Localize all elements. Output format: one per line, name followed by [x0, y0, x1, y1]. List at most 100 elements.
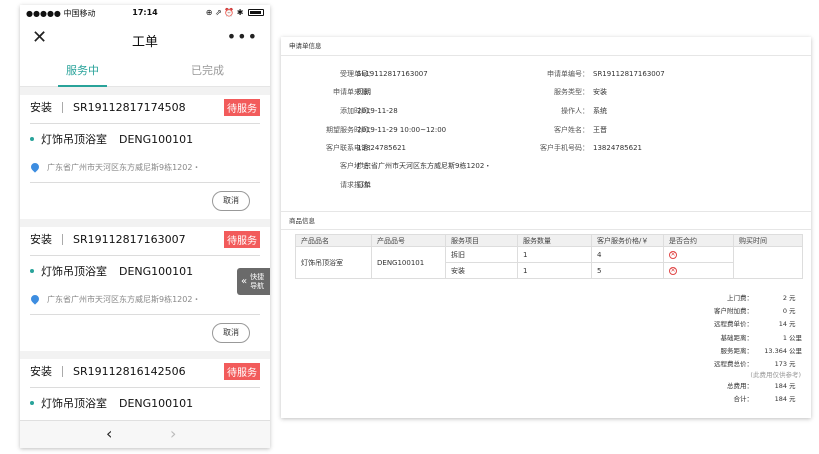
tab-in-service[interactable]: 服务中: [20, 57, 145, 87]
fee-label: 合计：: [733, 395, 754, 404]
divider: [30, 123, 260, 124]
quick-nav-button[interactable]: « 快捷 导航: [237, 268, 270, 295]
order-number: SR19112816142506: [73, 364, 186, 378]
status-badge: 待服务: [224, 98, 260, 116]
fee-value: 0: [782, 307, 787, 316]
cancel-button[interactable]: 取消: [212, 191, 250, 211]
column-header: 购买时间: [733, 234, 803, 247]
order-footer: 取消: [30, 315, 260, 351]
table-row: 灯饰吊顶浴室 DENG100101 拆旧 1 4 ✕: [295, 246, 803, 279]
quick-nav-line1: 快捷: [250, 272, 265, 281]
info-row: 期望服务时间： 2019-11-29 10:00~12:00 客户姓名： 王晋: [281, 124, 811, 136]
order-card[interactable]: 安装 SR19112817163007 待服务 灯饰吊顶浴室 DENG10010…: [20, 227, 270, 351]
order-header: 安装 SR19112817163007 待服务: [30, 227, 260, 251]
quick-nav-label: 快捷 导航: [250, 273, 264, 291]
field-value: SL19112817163007: [357, 70, 428, 78]
application-info: 受理单号： SL19112817163007 申请单编号： SR19112817…: [281, 56, 811, 211]
order-product: 灯饰吊顶浴室 DENG100101: [30, 390, 260, 416]
field-label: 服务类型：: [554, 88, 589, 96]
header-divider: [62, 233, 63, 245]
status-indicator-icons: ⊕ ⇗ ⏰ ✱: [205, 8, 244, 17]
product-name-cell: 灯饰吊顶浴室: [295, 246, 372, 279]
order-footer: 取消: [30, 183, 260, 219]
info-row: 客户联系电话： 13824785621 客户手机号码： 13824785621: [281, 142, 811, 154]
field-value: 安装: [593, 88, 607, 96]
browser-bottom-bar: ‹ ›: [20, 420, 270, 448]
fee-label: 服务距离：: [720, 346, 754, 355]
table-header-row: 产品品名 产品品号 服务项目 服务数量 客户服务价格/￥ 是否合约 购买时间: [295, 234, 803, 247]
more-menu-icon[interactable]: •••: [227, 27, 258, 46]
fee-row: 远程费总价： 173 元: [623, 358, 803, 371]
order-type: 安装: [30, 233, 52, 246]
nav-bar: ✕ 工单 •••: [20, 21, 270, 57]
section-title-application: 申请单信息: [281, 37, 811, 56]
field-value: 王晋: [593, 126, 607, 134]
fee-row: 服务距离： 13.364 公里: [623, 345, 803, 358]
fee-value: 13.364: [764, 346, 787, 355]
address-text: 广东省广州市天河区东方威尼斯9栋1202・: [47, 162, 201, 172]
fee-summary: 上门费： 2 元 客户附加费： 0 元 远程费单价： 14 元 基础距离： 1 公里 服务距离：…: [623, 292, 803, 407]
product-code-cell: DENG100101: [371, 246, 446, 279]
field-value: 2019-11-28: [357, 107, 398, 115]
fee-label: 总费用：: [727, 382, 753, 391]
column-header: 是否合约: [663, 234, 734, 247]
field-value: 订单: [357, 181, 371, 189]
fee-row: 客户附加费： 0 元: [623, 305, 803, 318]
fee-reference-note: (此费用仅供参考): [750, 371, 801, 380]
field-value: SR19112817163007: [593, 70, 665, 78]
field-label: 客户手机号码：: [540, 144, 589, 152]
divider: [30, 387, 260, 388]
status-badge: 待服务: [224, 362, 260, 380]
fee-value: 184: [774, 382, 787, 391]
product-table: 产品品名 产品品号 服务项目 服务数量 客户服务价格/￥ 是否合约 购买时间 灯…: [295, 234, 803, 279]
field-label: 操作人：: [561, 107, 589, 115]
fee-label: 基础距离：: [720, 333, 754, 342]
info-row: 请求描述： 订单: [281, 179, 811, 191]
column-header: 客户服务价格/￥: [591, 234, 664, 247]
fee-value: 184: [774, 395, 787, 404]
quick-nav-line2: 导航: [250, 281, 265, 290]
fee-unit: 公里: [789, 333, 802, 342]
column-header: 产品品名: [295, 234, 372, 247]
column-header: 服务项目: [445, 234, 518, 247]
divider: [30, 255, 260, 256]
product-name: 灯饰吊顶浴室: [41, 133, 107, 146]
quantity-cell: 1: [517, 246, 592, 263]
fee-unit: 元: [789, 395, 796, 404]
product-name: 灯饰吊顶浴室: [41, 265, 107, 278]
field-value: 13824785621: [357, 144, 406, 152]
fee-value: 1: [782, 333, 787, 342]
fee-row: 远程费单价： 14 元: [623, 318, 803, 331]
order-product: 灯饰吊顶浴室 DENG100101: [30, 258, 260, 284]
order-header: 安装 SR19112816142506 待服务: [30, 359, 260, 383]
no-contract-icon: ✕: [669, 267, 677, 275]
forward-arrow-icon[interactable]: ›: [170, 424, 176, 443]
field-value: 2019-11-29 10:00~12:00: [357, 126, 447, 134]
fee-label: 客户附加费：: [714, 307, 753, 316]
fee-label: 远程费总价：: [714, 359, 753, 368]
back-arrow-icon[interactable]: ‹: [106, 424, 112, 443]
info-row: 申请单来源： 贝朗 服务类型： 安装: [281, 86, 811, 98]
column-header: 服务数量: [517, 234, 592, 247]
fee-label: 远程费单价：: [714, 320, 753, 329]
contract-cell: ✕: [663, 262, 734, 279]
order-card[interactable]: 安装 SR19112817174508 待服务 灯饰吊顶浴室 DENG10010…: [20, 95, 270, 219]
order-type: 安装: [30, 365, 52, 378]
fee-unit: 元: [789, 307, 796, 316]
fee-row: 总费用： 184 元: [623, 380, 803, 393]
no-contract-icon: ✕: [669, 251, 677, 259]
tab-completed[interactable]: 已完成: [145, 57, 270, 86]
fee-unit: 元: [789, 382, 796, 391]
mobile-app: ●●●●● 中国移动 17:14 ⊕ ⇗ ⏰ ✱ ✕ 工单 ••• 服务中 已完…: [20, 5, 270, 448]
status-badge: 待服务: [224, 230, 260, 248]
status-icons: ⊕ ⇗ ⏰ ✱: [206, 8, 264, 17]
location-pin-icon: [29, 161, 41, 173]
battery-icon: [248, 9, 264, 16]
order-number: SR19112817174508: [73, 100, 186, 114]
purchase-time-cell: [733, 246, 803, 279]
field-value: 贝朗: [357, 88, 371, 96]
section-title-product: 商品信息: [281, 211, 811, 230]
order-product: 灯饰吊顶浴室 DENG100101: [30, 126, 260, 152]
order-number: SR19112817163007: [73, 232, 186, 246]
cancel-button[interactable]: 取消: [212, 323, 250, 343]
